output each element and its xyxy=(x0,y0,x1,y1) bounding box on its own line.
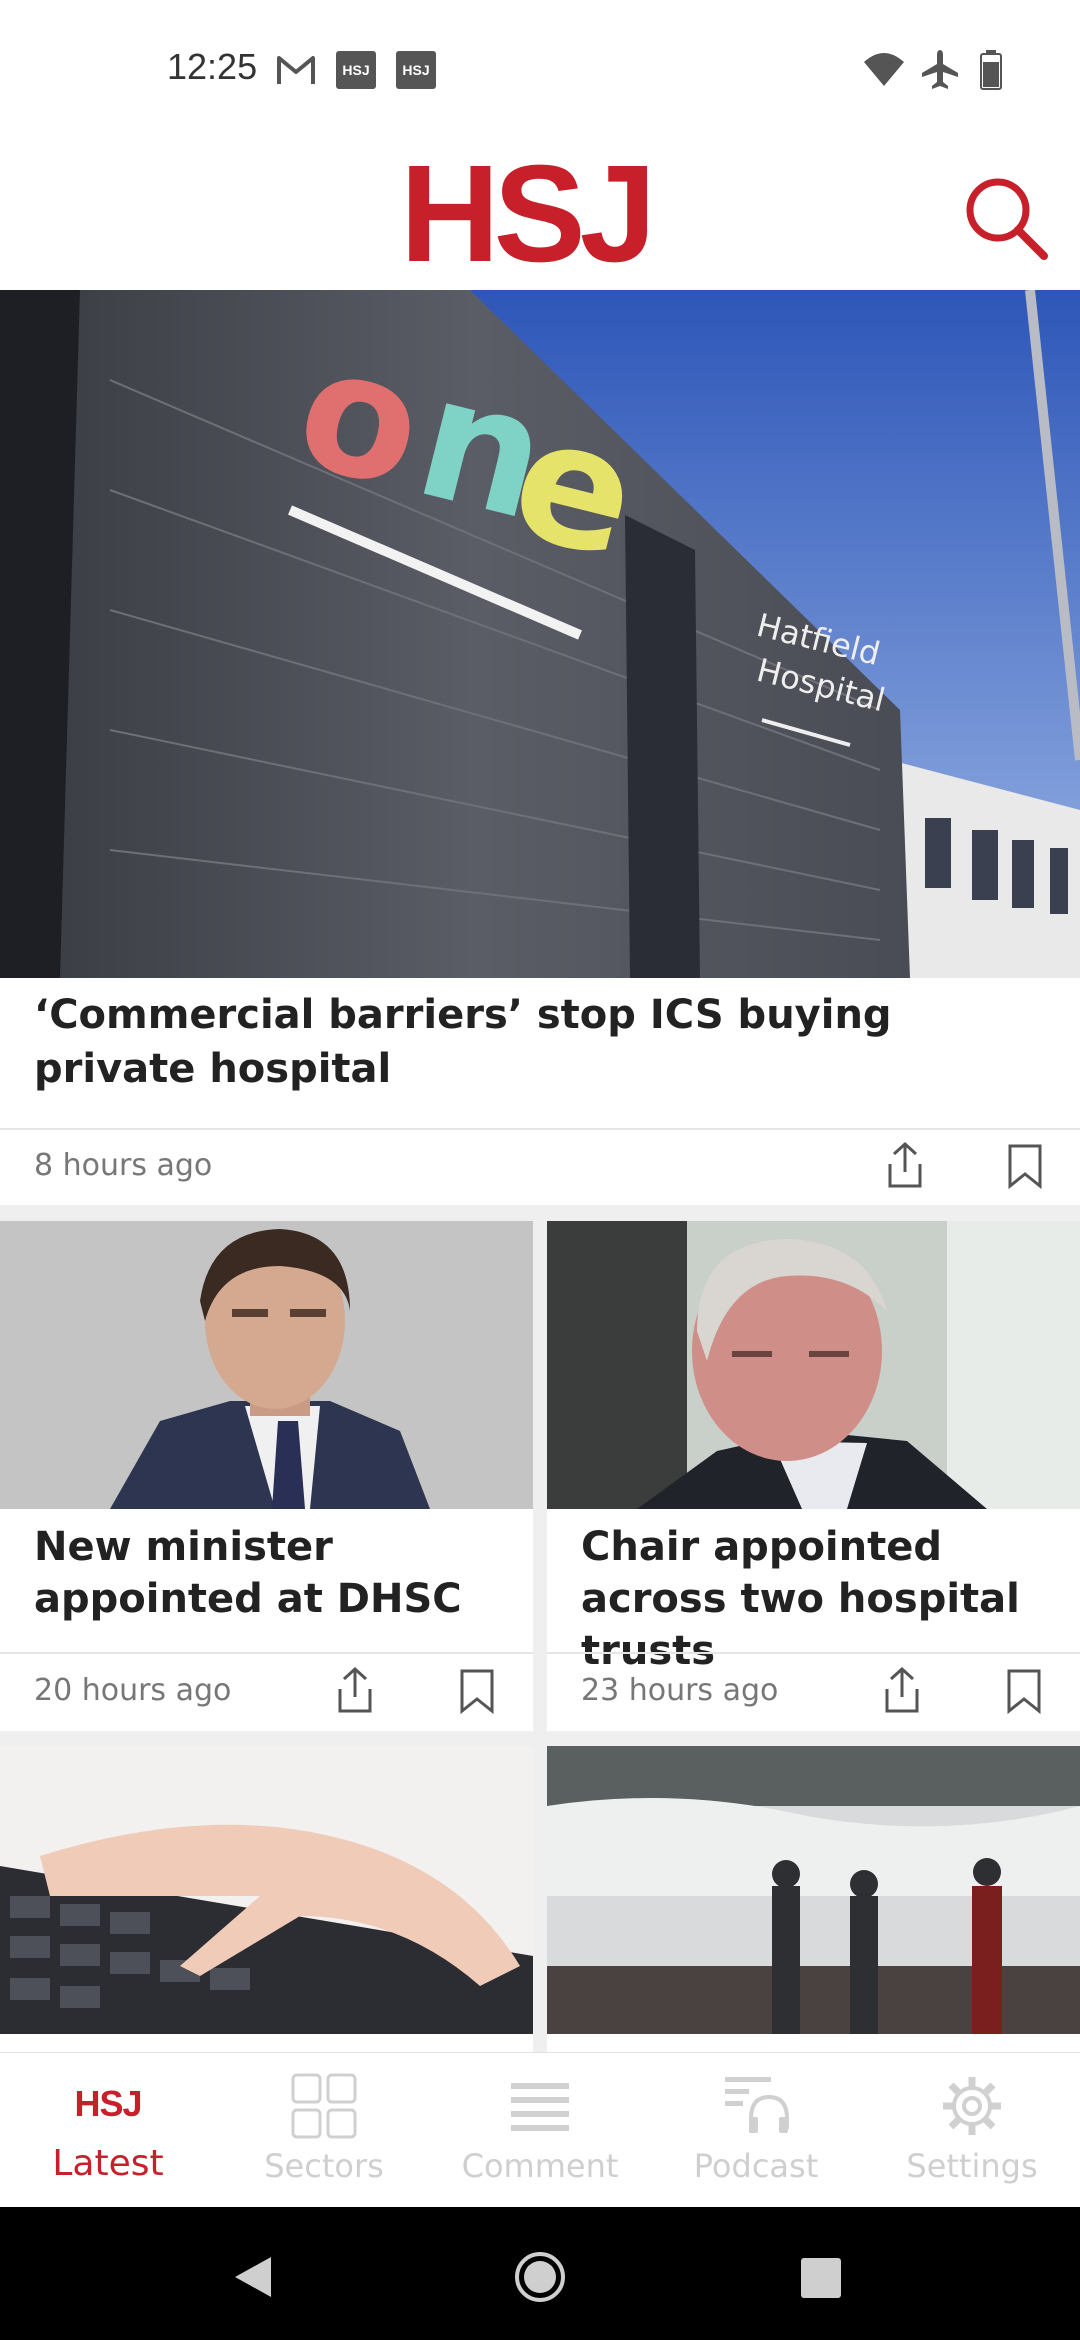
wifi-icon xyxy=(864,53,904,86)
bookmark-icon[interactable] xyxy=(452,1665,502,1715)
nav-label: Latest xyxy=(52,2143,164,2184)
airplane-icon xyxy=(922,50,958,89)
article-card[interactable] xyxy=(547,1746,1080,2052)
nav-label: Settings xyxy=(906,2147,1038,2185)
nav-latest[interactable]: HSJ Latest xyxy=(0,2053,216,2208)
headphones-icon xyxy=(725,2077,789,2133)
article-card[interactable]: New minister appointed at DHSC 20 hours … xyxy=(0,1221,533,1731)
article-image[interactable] xyxy=(547,1221,1080,1509)
nav-label: Podcast xyxy=(693,2147,819,2185)
article-time: 20 hours ago xyxy=(34,1673,232,1708)
search-icon[interactable] xyxy=(960,172,1050,262)
hero-article-time: 8 hours ago xyxy=(34,1148,213,1183)
status-time: 12:25 xyxy=(167,46,258,87)
article-image[interactable] xyxy=(0,1746,533,2034)
gear-icon xyxy=(943,2077,1001,2135)
hero-article-card[interactable]: ‘Commercial barriers’ stop ICS buying pr… xyxy=(0,978,1080,1205)
article-image[interactable] xyxy=(0,1221,533,1509)
article-time: 23 hours ago xyxy=(581,1673,779,1708)
beach-people-photo xyxy=(547,1746,1080,2034)
share-icon[interactable] xyxy=(877,1665,927,1715)
nav-label: Sectors xyxy=(264,2147,384,2185)
divider xyxy=(547,1652,1080,1654)
article-image[interactable] xyxy=(547,1746,1080,2034)
minister-portrait-photo xyxy=(0,1221,533,1509)
status-bar: 12:25 HSJ HSJ xyxy=(0,0,1080,140)
app-header: HSJ xyxy=(0,140,1080,291)
article-card[interactable]: Chair appointed across two hospital trus… xyxy=(547,1221,1080,1731)
gmail-icon xyxy=(277,56,315,84)
chair-portrait-photo xyxy=(547,1221,1080,1509)
article-title[interactable]: New minister appointed at DHSC xyxy=(34,1521,514,1625)
keyboard-hand-photo xyxy=(0,1746,533,2034)
bookmark-icon[interactable] xyxy=(999,1665,1049,1715)
hsj-logo: HSJ xyxy=(400,137,656,291)
hsj-logo-icon: HSJ xyxy=(74,2083,142,2124)
divider xyxy=(0,1128,1080,1130)
nav-label: Comment xyxy=(461,2147,619,2185)
share-icon[interactable] xyxy=(330,1665,380,1715)
bookmark-icon[interactable] xyxy=(1000,1140,1050,1190)
grid-icon xyxy=(291,2073,357,2139)
hsj-app-icon: HSJ xyxy=(396,51,436,89)
hospital-building-photo: o n e Hatfield Hospital xyxy=(0,290,1080,978)
nav-podcast[interactable]: Podcast xyxy=(648,2053,864,2208)
nav-sectors[interactable]: Sectors xyxy=(216,2053,432,2208)
nav-comment[interactable]: Comment xyxy=(432,2053,648,2208)
nav-settings[interactable]: Settings xyxy=(864,2053,1080,2208)
share-icon[interactable] xyxy=(880,1140,930,1190)
bottom-navigation: HSJ Latest Sectors Comment Podcast Setti… xyxy=(0,2052,1080,2208)
article-card[interactable] xyxy=(0,1746,533,2052)
hero-article-image[interactable]: o n e Hatfield Hospital xyxy=(0,290,1080,978)
battery-icon xyxy=(980,50,1002,90)
recents-icon[interactable] xyxy=(800,2257,842,2299)
lines-icon xyxy=(511,2083,569,2131)
back-icon[interactable] xyxy=(233,2255,273,2299)
hero-article-title[interactable]: ‘Commercial barriers’ stop ICS buying pr… xyxy=(34,988,1044,1096)
system-navigation-bar xyxy=(0,2207,1080,2340)
home-icon[interactable] xyxy=(514,2251,566,2303)
hsj-app-icon: HSJ xyxy=(336,51,376,89)
divider xyxy=(0,1652,533,1654)
